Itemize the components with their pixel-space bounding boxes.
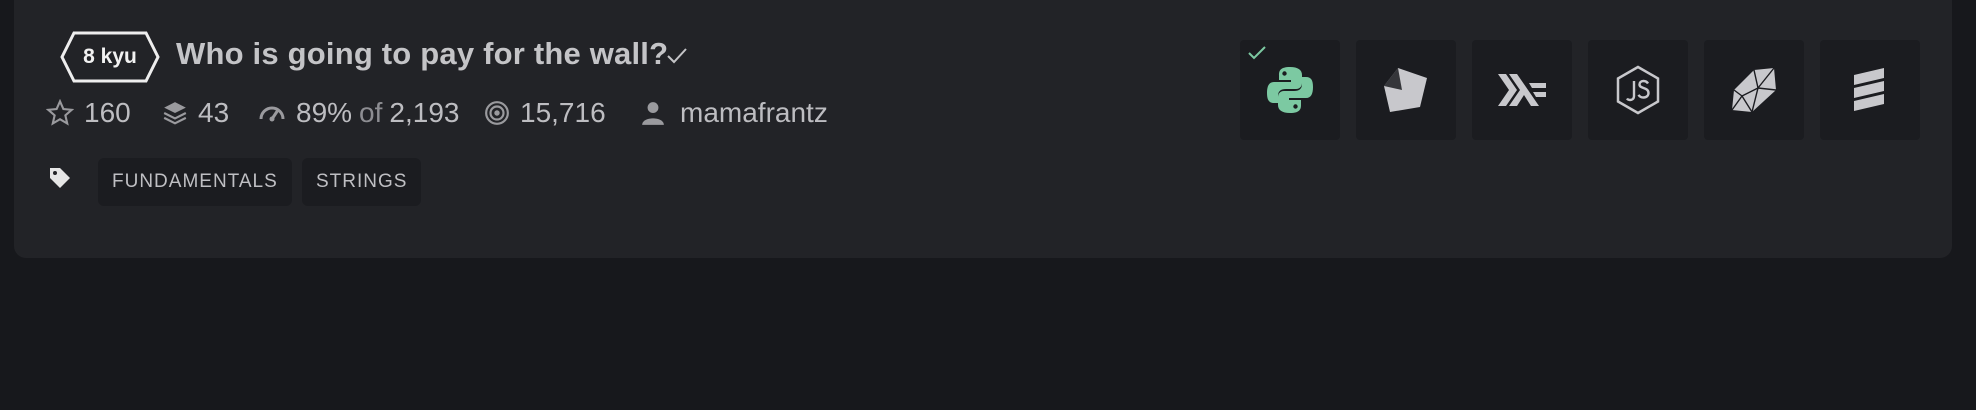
stars-stat[interactable]: 160 [46, 96, 131, 130]
tag-fundamentals[interactable]: FUNDAMENTALS [98, 158, 292, 206]
satisfaction-of: of [359, 97, 383, 128]
completions-stat: 15,716 [484, 96, 606, 130]
author-stat[interactable]: mamafrantz [640, 96, 828, 130]
tag-strings[interactable]: STRINGS [302, 158, 422, 206]
layers-icon [163, 102, 187, 125]
language-haskell[interactable] [1472, 40, 1572, 140]
tag-icon [50, 168, 70, 188]
stars-count: 160 [84, 97, 131, 128]
language-ruby[interactable] [1704, 40, 1804, 140]
haskell-icon [1498, 74, 1546, 106]
gauge-icon [259, 106, 285, 122]
kata-card: 8 kyu Who is going to pay for the wall? … [14, 0, 1952, 258]
language-elixir[interactable] [1820, 40, 1920, 140]
author-name[interactable]: mamafrantz [680, 97, 828, 129]
language-python[interactable] [1240, 40, 1340, 140]
javascript-icon [1616, 65, 1660, 115]
collections-stat[interactable]: 43 [162, 96, 229, 130]
rank-label: 8 kyu [83, 45, 137, 68]
collections-count: 43 [198, 97, 230, 128]
satisfaction-votes: 2,193 [389, 97, 460, 128]
completed-check-icon [667, 48, 687, 64]
rank-badge: 8 kyu [60, 31, 160, 83]
target-icon [485, 101, 509, 125]
satisfaction-percent: 89% [296, 97, 353, 128]
crystal-icon [1384, 68, 1427, 112]
language-crystal[interactable] [1356, 40, 1456, 140]
trained-check-icon [1248, 46, 1266, 60]
elixir-icon [1854, 68, 1884, 111]
language-javascript[interactable] [1588, 40, 1688, 140]
completions-count: 15,716 [520, 97, 606, 128]
ruby-icon [1731, 67, 1777, 113]
user-icon [642, 102, 664, 125]
kata-title[interactable]: Who is going to pay for the wall? [176, 36, 668, 72]
star-icon [46, 99, 74, 126]
python-icon [1267, 67, 1313, 113]
satisfaction-stat: 89% of 2,193 [258, 96, 459, 130]
